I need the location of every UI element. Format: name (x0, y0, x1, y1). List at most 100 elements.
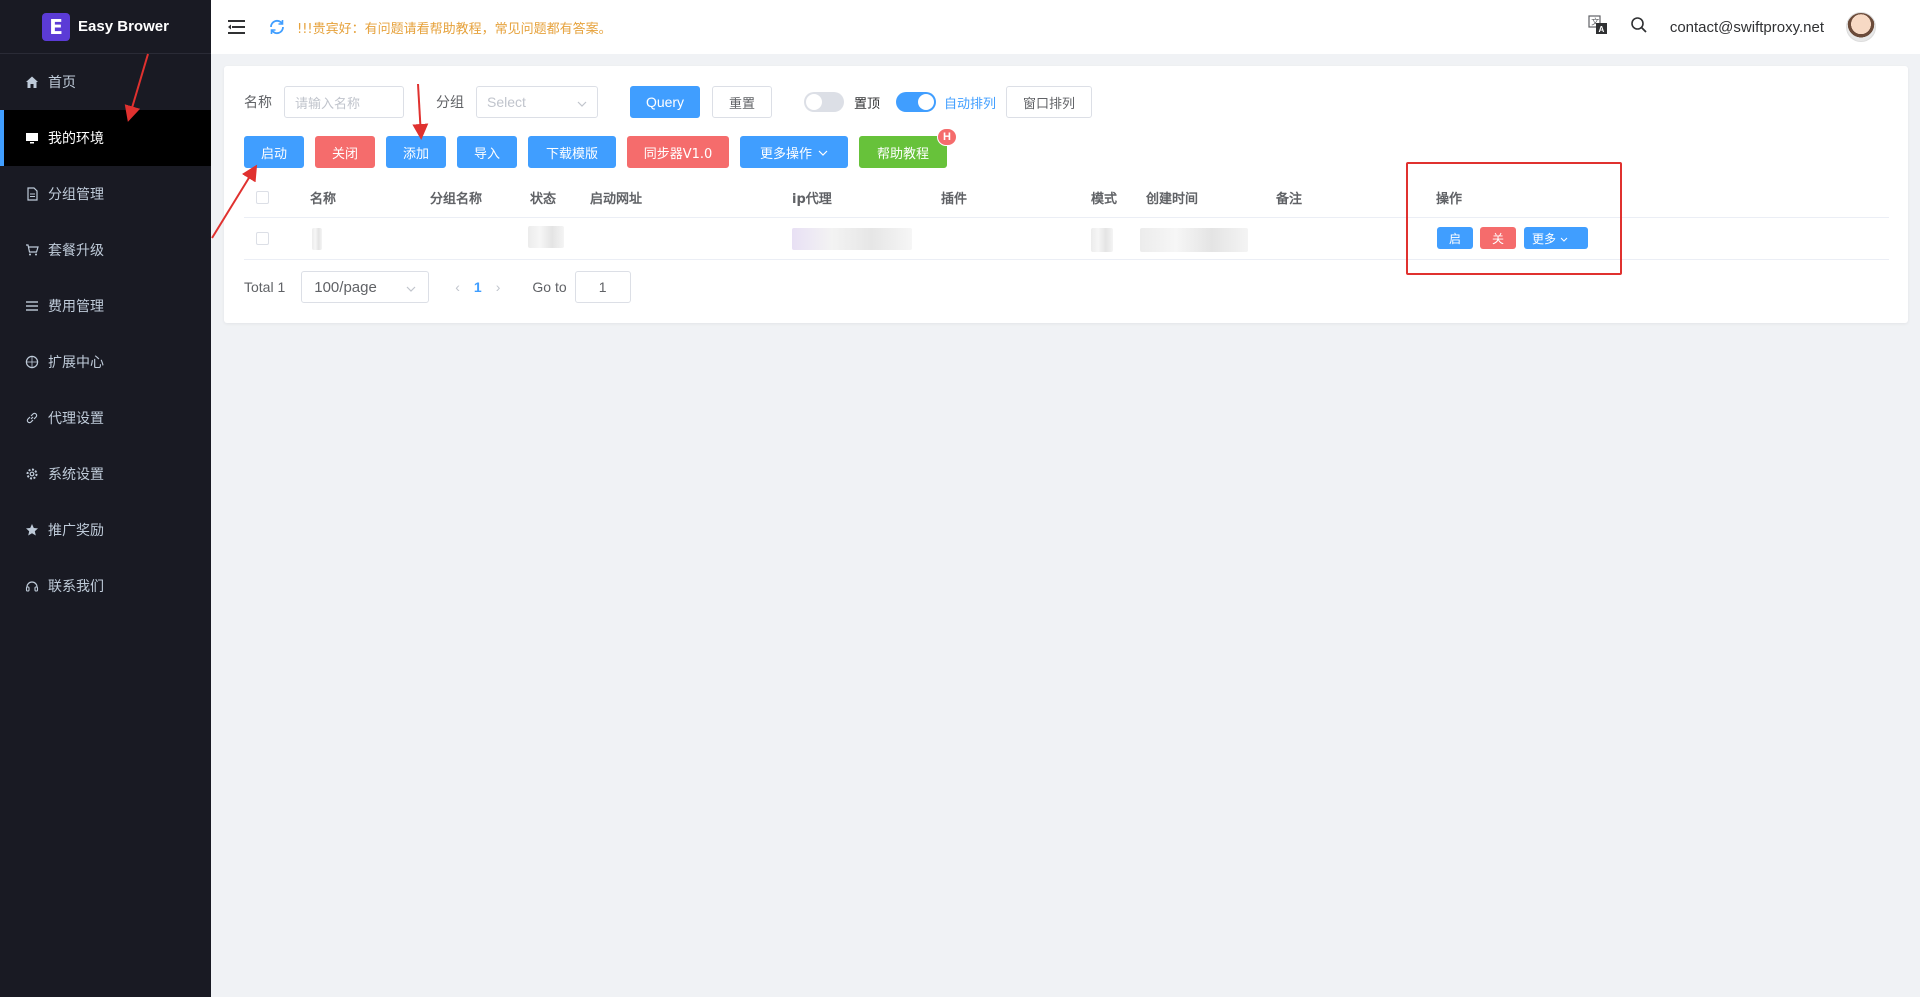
chevron-down-icon (406, 279, 416, 296)
sidebar-item-label: 分组管理 (48, 187, 104, 203)
filter-row: 名称 请输入名称 分组 Select Query 重置 置顶 自动排列 窗口排列 (244, 86, 1093, 118)
header-right: 文A contact@swiftproxy.net (1588, 12, 1920, 42)
logo-text: Easy Brower (78, 18, 169, 35)
sidebar-item-contact-us[interactable]: 联系我们 (0, 558, 211, 614)
sidebar-item-plan-upgrade[interactable]: 套餐升级 (0, 222, 211, 278)
sidebar-item-extensions[interactable]: 扩展中心 (0, 334, 211, 390)
start-button[interactable]: 启动 (244, 136, 304, 168)
sidebar-nav: 首页 我的环境 分组管理 套餐升级 费用管理 扩展中心 代理设置 系统设置 推广… (0, 54, 211, 614)
logo[interactable]: E Easy Brower (0, 0, 211, 54)
more-actions-label: 更多操作 (759, 146, 812, 162)
home-icon (24, 74, 40, 90)
syncer-button[interactable]: 同步器V1.0 (627, 136, 729, 168)
environment-card: 名称 请输入名称 分组 Select Query 重置 置顶 自动排列 窗口排列… (224, 66, 1908, 323)
compass-icon (24, 354, 40, 370)
translate-icon[interactable]: 文A (1588, 15, 1608, 39)
sidebar-item-label: 费用管理 (48, 299, 104, 315)
sidebar-item-label: 联系我们 (48, 579, 104, 595)
pin-top-label: 置顶 (854, 96, 881, 112)
next-page-icon[interactable]: › (496, 279, 501, 295)
environment-table: 名称 分组名称 状态 启动网址 ip代理 插件 模式 创建时间 备注 操作 启 … (244, 178, 1889, 260)
sidebar-item-referral-rewards[interactable]: 推广奖励 (0, 502, 211, 558)
auto-arrange-switch[interactable] (896, 92, 937, 112)
col-remark: 备注 (1276, 192, 1303, 207)
refresh-icon[interactable] (267, 17, 287, 37)
col-mode: 模式 (1091, 192, 1118, 207)
pagination-total: Total 1 (244, 279, 286, 295)
sidebar-item-my-environment[interactable]: 我的环境 (0, 110, 211, 166)
col-name: 名称 (310, 192, 337, 207)
reset-button[interactable]: 重置 (712, 86, 772, 118)
cart-icon (24, 242, 40, 258)
list-icon (24, 298, 40, 314)
avatar[interactable] (1846, 12, 1876, 42)
col-created-at: 创建时间 (1146, 192, 1199, 207)
logo-mark: E (42, 12, 71, 41)
sidebar-item-label: 扩展中心 (48, 355, 104, 371)
import-button[interactable]: 导入 (457, 136, 517, 168)
name-filter-input[interactable]: 请输入名称 (284, 86, 404, 118)
search-icon[interactable] (1630, 16, 1648, 38)
scrollbar[interactable] (1910, 54, 1920, 997)
auto-arrange-label: 自动排列 (944, 96, 997, 112)
user-email[interactable]: contact@swiftproxy.net (1670, 19, 1824, 36)
window-arrange-button[interactable]: 窗口排列 (1006, 86, 1093, 118)
add-button[interactable]: 添加 (386, 136, 446, 168)
pagination: Total 1 100/page ‹ 1 › Go to 1 (244, 271, 631, 303)
goto-input[interactable]: 1 (574, 271, 631, 303)
select-all-checkbox[interactable] (256, 191, 269, 204)
sidebar: E Easy Brower 首页 我的环境 分组管理 套餐升级 费用管理 扩展中… (0, 0, 211, 997)
name-filter-label: 名称 (244, 95, 272, 111)
prev-page-icon[interactable]: ‹ (455, 279, 460, 295)
redacted-name (312, 228, 322, 250)
col-plugin: 插件 (941, 192, 968, 207)
annotation-highlight-box (1406, 162, 1622, 275)
sidebar-item-label: 推广奖励 (48, 523, 104, 539)
chevron-down-icon (577, 94, 587, 110)
sidebar-item-proxy-settings[interactable]: 代理设置 (0, 390, 211, 446)
document-icon (24, 186, 40, 202)
sidebar-item-label: 套餐升级 (48, 243, 104, 259)
headset-icon (24, 578, 40, 594)
redacted-created-at (1140, 228, 1248, 252)
sidebar-item-home[interactable]: 首页 (0, 54, 211, 110)
sidebar-item-group-management[interactable]: 分组管理 (0, 166, 211, 222)
page-size-select[interactable]: 100/page (301, 271, 430, 303)
sidebar-item-billing[interactable]: 费用管理 (0, 278, 211, 334)
link-icon (24, 410, 40, 426)
download-template-button[interactable]: 下载模版 (528, 136, 616, 168)
redacted-mode (1091, 228, 1113, 252)
group-filter-label: 分组 (436, 95, 464, 111)
current-page[interactable]: 1 (474, 279, 482, 295)
action-toolbar: 启动 关闭 添加 导入 下载模版 同步器V1.0 更多操作 帮助教程 H (244, 128, 957, 168)
redacted-status (528, 226, 564, 248)
more-actions-button[interactable]: 更多操作 (740, 136, 848, 168)
row-checkbox[interactable] (256, 232, 269, 245)
menu-toggle-icon[interactable] (227, 17, 247, 37)
page-size-value: 100/page (314, 278, 377, 296)
close-button[interactable]: 关闭 (315, 136, 375, 168)
col-ip-proxy: ip代理 (792, 192, 832, 207)
group-filter-select[interactable]: Select (476, 86, 598, 118)
group-filter-placeholder: Select (487, 94, 526, 110)
pin-top-switch[interactable] (804, 92, 844, 112)
star-icon (24, 522, 40, 538)
sidebar-item-label: 代理设置 (48, 411, 104, 427)
help-tutorial-button[interactable]: 帮助教程 (859, 136, 947, 168)
col-group-name: 分组名称 (430, 192, 483, 207)
help-badge: H (937, 128, 957, 146)
goto-label: Go to (532, 279, 567, 295)
table-header: 名称 分组名称 状态 启动网址 ip代理 插件 模式 创建时间 备注 操作 (244, 178, 1889, 218)
sidebar-item-system-settings[interactable]: 系统设置 (0, 446, 211, 502)
monitor-icon (24, 130, 40, 146)
query-button[interactable]: Query (630, 86, 700, 118)
help-button-wrap: 帮助教程 H (859, 128, 957, 168)
svg-text:A: A (1598, 25, 1604, 34)
sidebar-item-label: 首页 (48, 75, 76, 91)
redacted-ip-proxy (792, 228, 912, 250)
notice-text: !!!贵宾好：有问题请看帮助教程，常见问题都有答案。 (297, 21, 612, 37)
sidebar-item-label: 我的环境 (48, 131, 104, 147)
col-start-url: 启动网址 (590, 192, 643, 207)
top-header: !!!贵宾好：有问题请看帮助教程，常见问题都有答案。 文A contact@sw… (211, 0, 1920, 54)
table-row[interactable]: 启 关 更多 (244, 218, 1889, 260)
